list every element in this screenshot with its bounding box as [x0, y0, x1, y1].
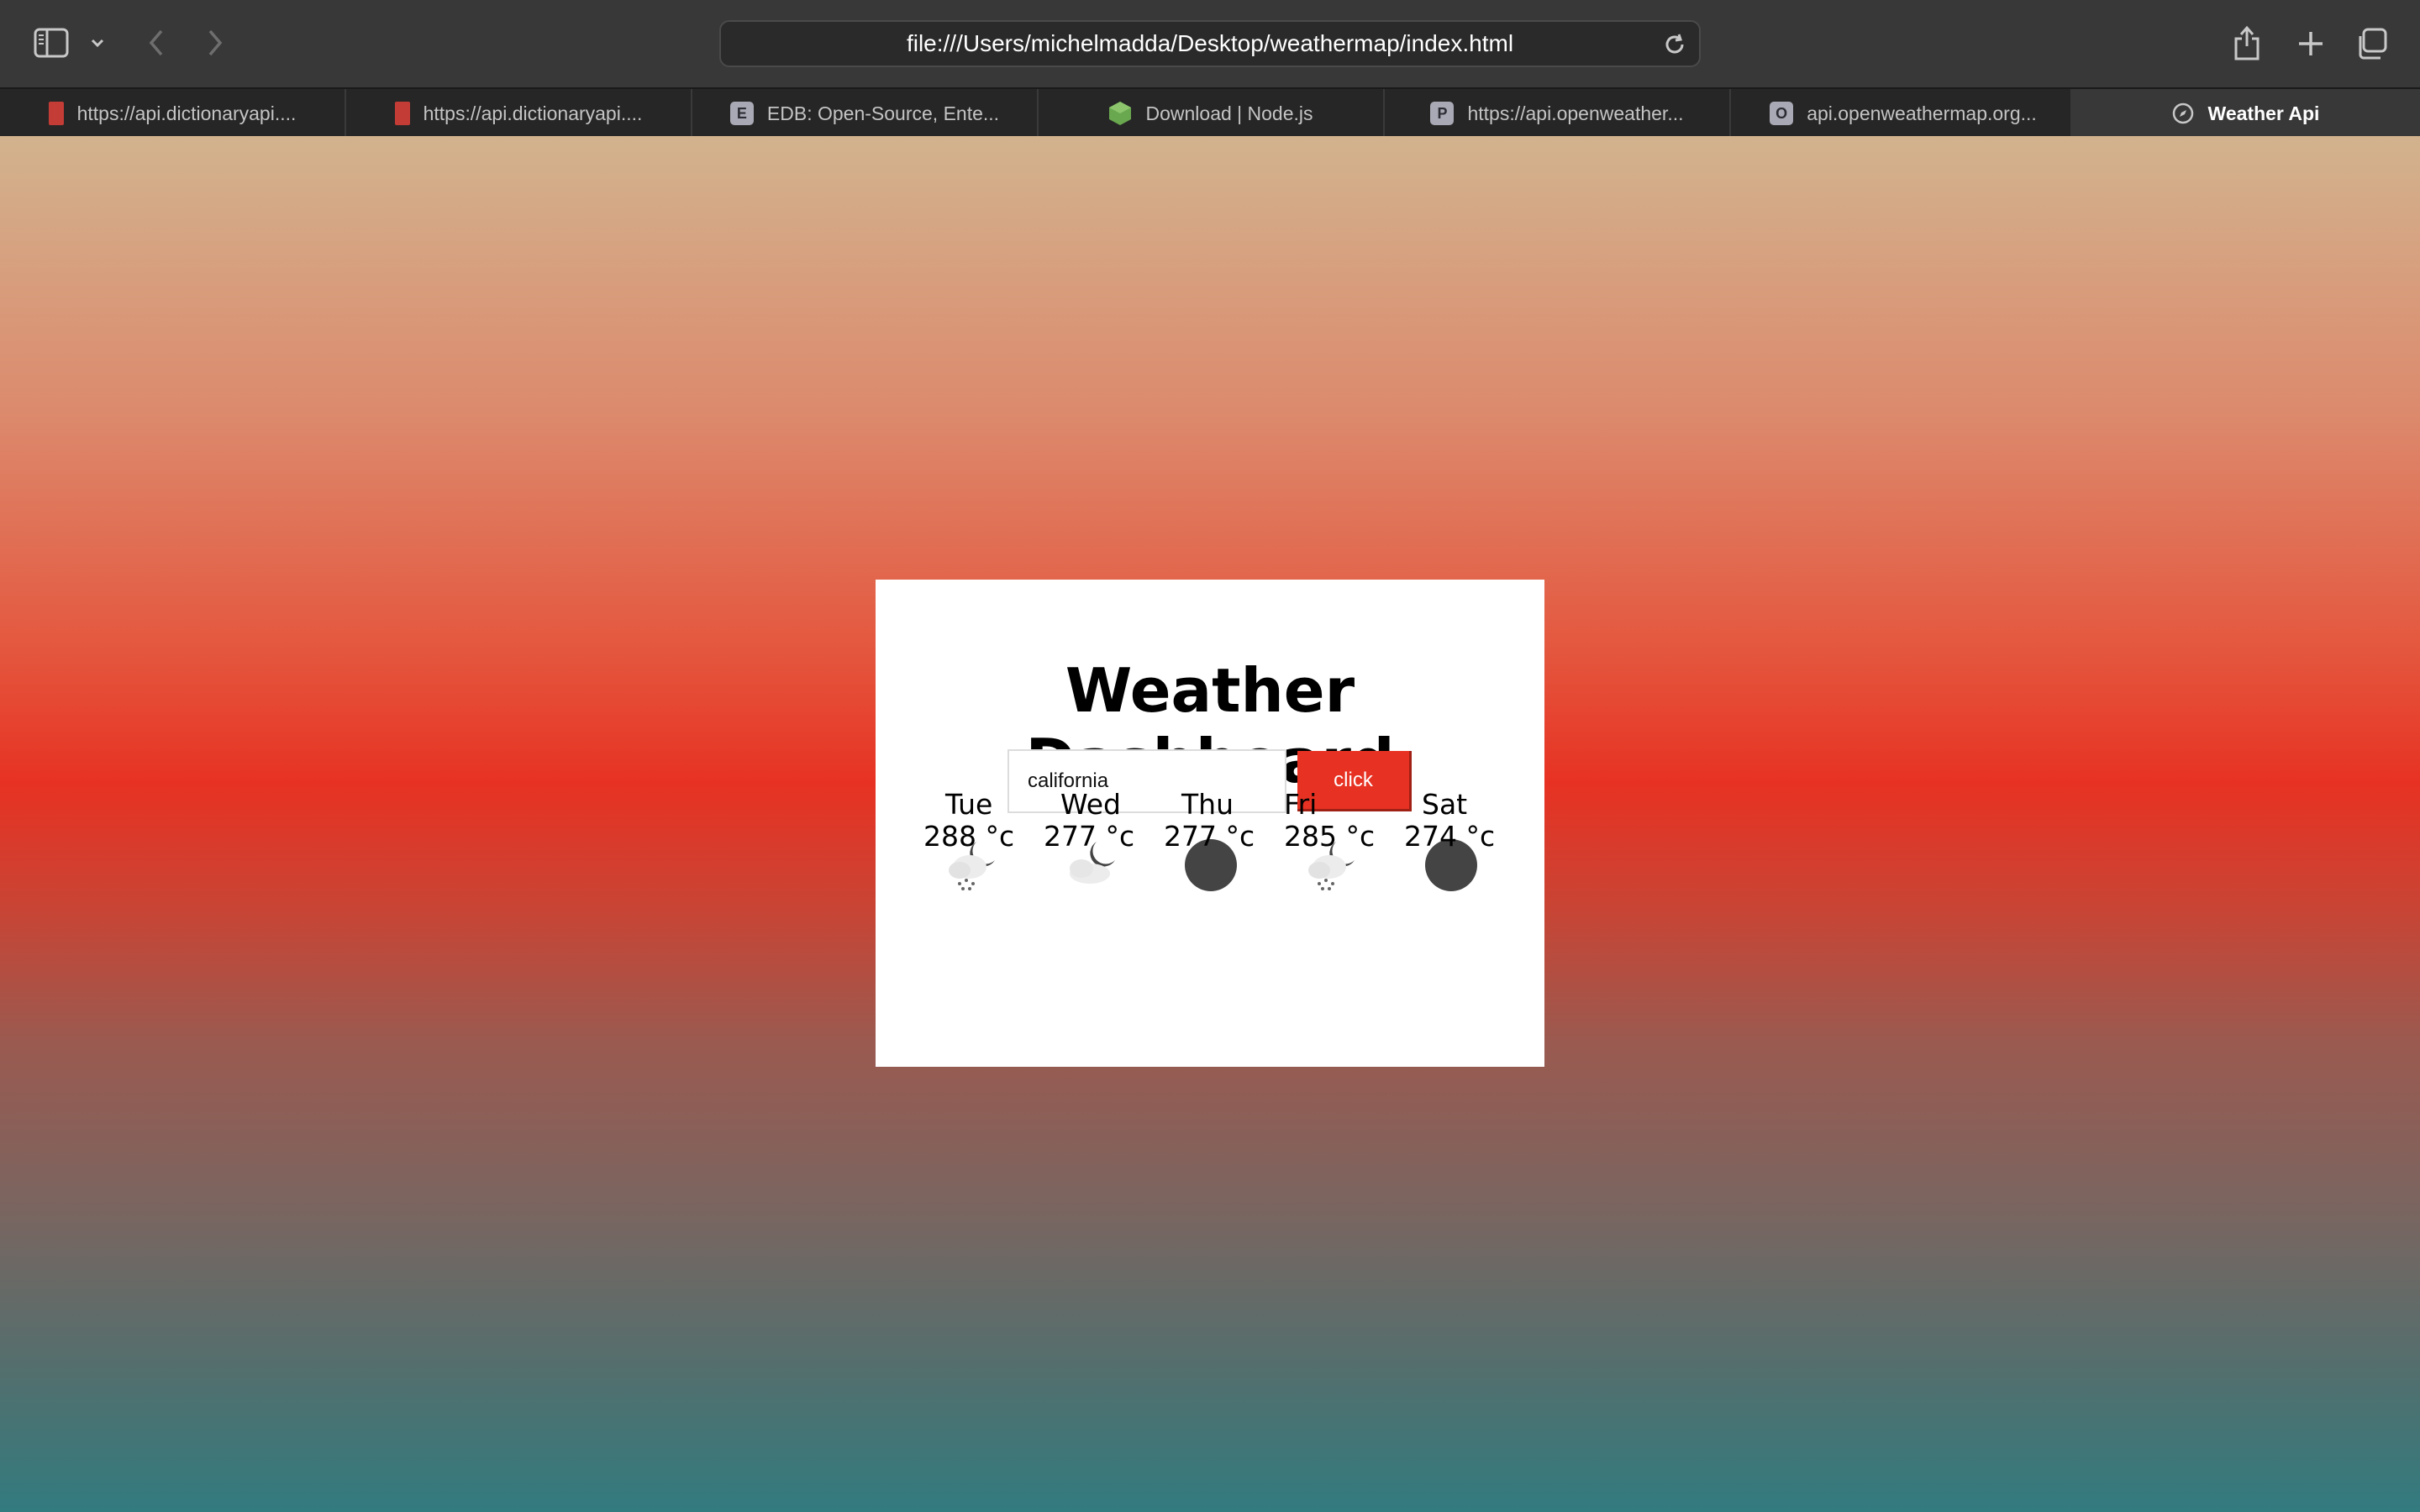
- tab-label: https://api.openweather...: [1467, 102, 1684, 124]
- book-icon: [48, 102, 64, 125]
- tab-label: Download | Node.js: [1145, 102, 1313, 124]
- share-icon[interactable]: [2228, 22, 2265, 64]
- tab-weather-api[interactable]: Weather Api: [2070, 89, 2420, 138]
- address-bar[interactable]: file:///Users/michelmadda/Desktop/weathe…: [719, 20, 1701, 67]
- forecast-list: Tue 288 °c Wed 277 °c Thu 277 °c Fri 285…: [876, 580, 1544, 1067]
- forward-arrow-icon[interactable]: [198, 25, 232, 60]
- day-temp: 277 °c: [1164, 820, 1255, 853]
- page-background: Weather Dashboard click Tue 288 °c Wed 2…: [0, 136, 2420, 1512]
- day-name: Sat: [1422, 788, 1468, 821]
- tab-dictionary-api-1[interactable]: https://api.dictionaryapi....: [0, 89, 346, 138]
- tab-overview-icon[interactable]: [2353, 25, 2390, 62]
- day-name: Wed: [1060, 788, 1121, 821]
- chevron-down-icon[interactable]: [87, 29, 108, 57]
- url-text[interactable]: file:///Users/michelmadda/Desktop/weathe…: [721, 22, 1699, 66]
- compass-icon: [2171, 102, 2195, 125]
- day-name: Thu: [1181, 788, 1234, 821]
- day-temp: 277 °c: [1044, 820, 1135, 853]
- letter-o-icon: O: [1770, 102, 1794, 125]
- tab-openweathermap-org[interactable]: O api.openweathermap.org...: [1731, 89, 2077, 138]
- nodejs-icon: [1108, 102, 1132, 125]
- weather-card: Weather Dashboard click Tue 288 °c Wed 2…: [876, 580, 1544, 1067]
- back-arrow-icon[interactable]: [139, 25, 173, 60]
- tab-bar: https://api.dictionaryapi.... https://ap…: [0, 87, 2420, 138]
- day-name: Fri: [1284, 788, 1318, 821]
- tab-openweather-api[interactable]: P https://api.openweather...: [1385, 89, 1731, 138]
- new-tab-plus-icon[interactable]: [2292, 25, 2329, 62]
- tab-nodejs[interactable]: Download | Node.js: [1039, 89, 1385, 138]
- browser-toolbar: file:///Users/michelmadda/Desktop/weathe…: [0, 0, 2420, 87]
- tab-label: Weather Api: [2207, 102, 2320, 124]
- day-temp: 288 °c: [923, 820, 1015, 853]
- tab-dictionary-api-2[interactable]: https://api.dictionaryapi....: [346, 89, 692, 138]
- letter-p-icon: P: [1430, 102, 1455, 125]
- day-name: Tue: [945, 788, 993, 821]
- sidebar-toggle-icon[interactable]: [34, 25, 69, 60]
- book-icon: [394, 102, 410, 125]
- reload-icon[interactable]: [1662, 32, 1687, 57]
- tab-edb[interactable]: E EDB: Open-Source, Ente...: [692, 89, 1039, 138]
- tab-label: EDB: Open-Source, Ente...: [766, 102, 1000, 124]
- tab-label: https://api.dictionaryapi....: [423, 102, 643, 124]
- tab-label: api.openweathermap.org...: [1807, 102, 2037, 124]
- tab-label: https://api.dictionaryapi....: [76, 102, 297, 124]
- day-temp: 274 °c: [1404, 820, 1496, 853]
- day-temp: 285 °c: [1284, 820, 1376, 853]
- letter-e-icon: E: [729, 102, 754, 125]
